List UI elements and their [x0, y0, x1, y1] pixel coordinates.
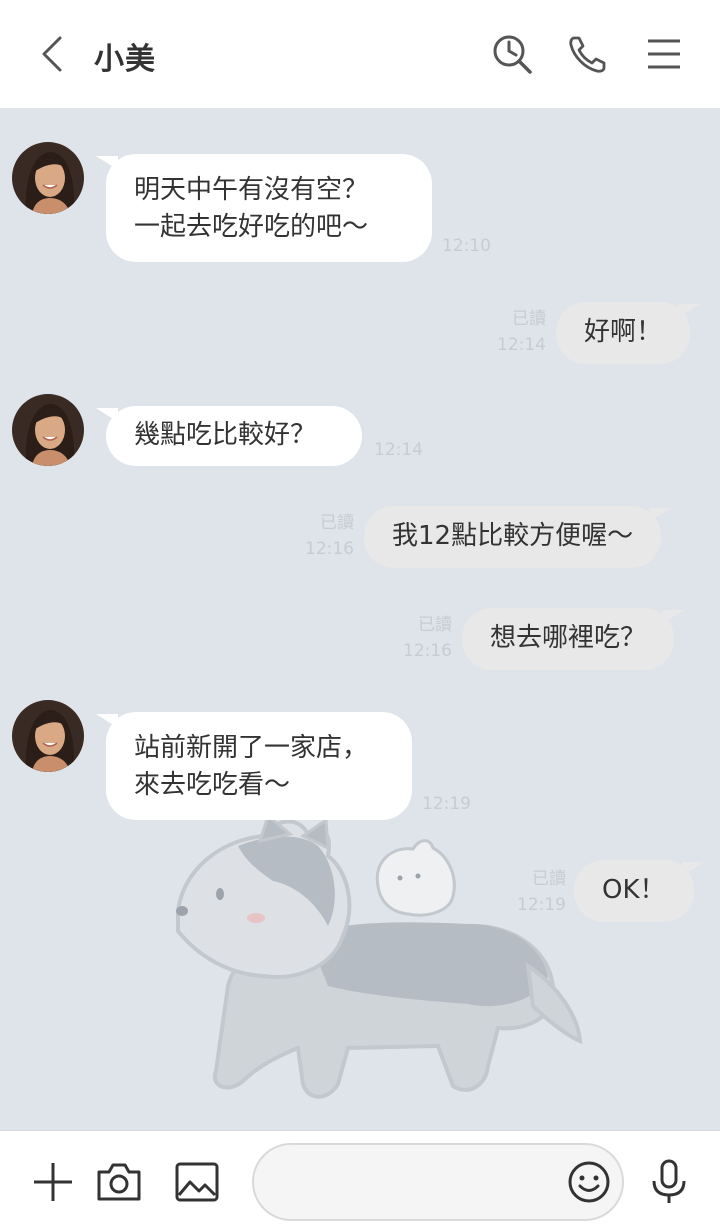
message-input-field [252, 1143, 624, 1221]
emoji-icon[interactable] [566, 1159, 612, 1205]
read-label: 已讀 [418, 615, 452, 635]
camera-icon[interactable] [94, 1157, 144, 1207]
image-icon[interactable] [172, 1157, 222, 1207]
dog-background-illustration [176, 816, 583, 1099]
contact-avatar[interactable] [12, 394, 84, 466]
menu-icon[interactable] [640, 30, 688, 78]
incoming-message-bubble[interactable]: 明天中午有沒有空？ 一起去吃好吃的吧〜 [96, 154, 432, 262]
outgoing-message-bubble[interactable]: 想去哪裡吃？ [462, 608, 685, 670]
read-receipt: 已讀 12:16 [400, 612, 452, 664]
message-input[interactable] [278, 1159, 558, 1205]
outgoing-message-bubble[interactable]: OK！ [574, 860, 703, 922]
read-label: 已讀 [512, 309, 546, 329]
outgoing-message-bubble[interactable]: 好啊！ [556, 302, 701, 364]
search-clock-icon[interactable] [488, 30, 536, 78]
contact-avatar[interactable] [12, 700, 84, 772]
message-time: 12:14 [497, 335, 546, 355]
read-label: 已讀 [320, 513, 354, 533]
message-time: 12:19 [422, 794, 471, 814]
message-time: 12:16 [403, 641, 452, 661]
contact-avatar[interactable] [12, 142, 84, 214]
message-time: 12:19 [517, 895, 566, 915]
message-time: 12:10 [442, 236, 491, 256]
avatar-portrait-icon [12, 394, 84, 466]
chat-area[interactable]: 明天中午有沒有空？ 一起去吃好吃的吧〜 12:10 已讀 12:14 好啊！ 幾… [0, 108, 720, 1130]
read-receipt: 已讀 12:16 [302, 510, 354, 562]
read-receipt: 已讀 12:14 [496, 306, 546, 358]
incoming-message-bubble[interactable]: 站前新開了一家店， 來去吃吃看〜 [96, 712, 412, 820]
read-receipt: 已讀 12:19 [514, 866, 566, 918]
phone-icon[interactable] [564, 30, 612, 78]
message-time: 12:14 [374, 440, 423, 460]
avatar-portrait-icon [12, 142, 84, 214]
avatar-portrait-icon [12, 700, 84, 772]
message-time: 12:16 [305, 539, 354, 559]
outgoing-message-bubble[interactable]: 我12點比較方便喔〜 [364, 506, 672, 568]
microphone-icon[interactable] [644, 1157, 694, 1207]
back-chevron-icon[interactable] [30, 30, 74, 78]
incoming-message-bubble[interactable]: 幾點吃比較好？ [96, 406, 362, 466]
read-label: 已讀 [532, 869, 566, 889]
plus-icon[interactable] [28, 1157, 78, 1207]
message-composer-bar [0, 1130, 720, 1232]
chat-title: 小美 [94, 42, 156, 77]
chat-header: 小美 [0, 0, 720, 108]
